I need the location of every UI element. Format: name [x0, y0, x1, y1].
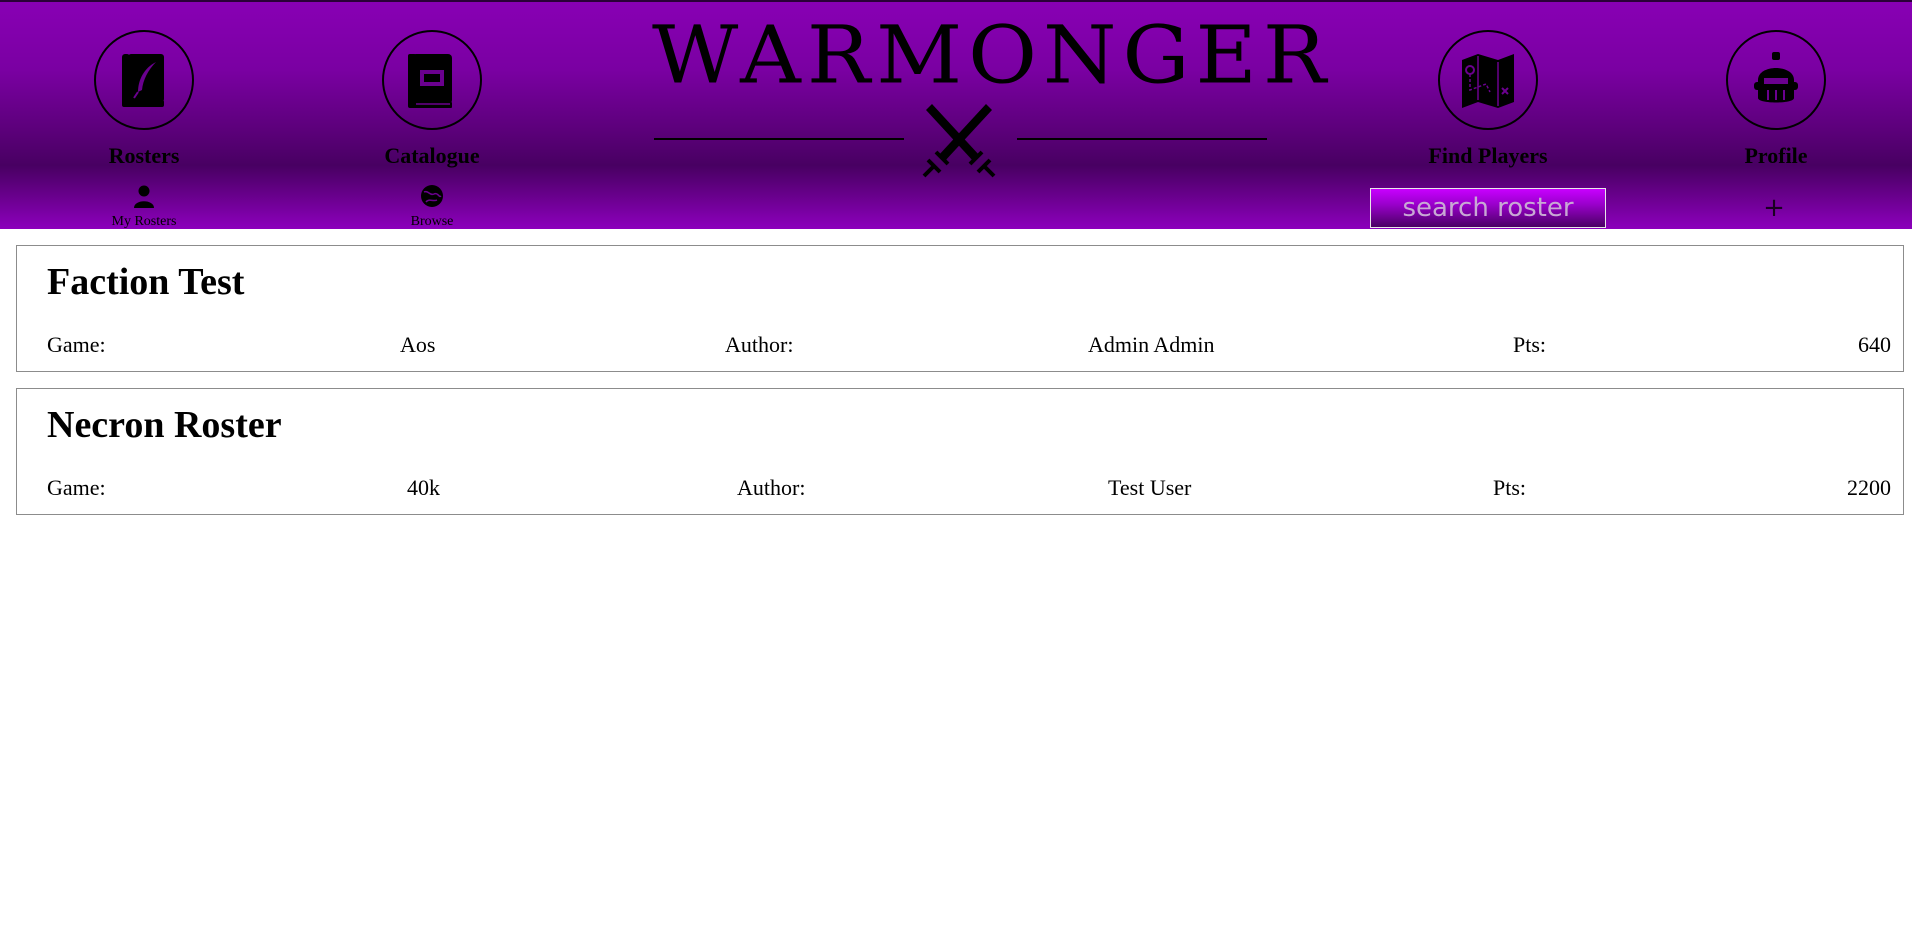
nav-catalogue-button[interactable] [382, 30, 482, 130]
pts-value: 2200 [1847, 475, 1891, 500]
my-rosters-label: My Rosters [111, 214, 177, 229]
search-roster-input[interactable] [1370, 188, 1606, 228]
browse-link[interactable]: Browse [332, 184, 532, 230]
roster-details: Game: 40k Author: Test User Pts: 2200 [47, 475, 1891, 503]
warmonger-logo[interactable]: WARMONGER [652, 2, 1333, 180]
nav-catalogue-label[interactable]: Catalogue [332, 143, 532, 169]
book-icon [408, 54, 452, 108]
game-value: Aos [400, 332, 436, 357]
pts-value: 640 [1858, 332, 1891, 357]
nav-catalogue: Catalogue Browse [332, 2, 532, 231]
roster-title: Faction Test [47, 261, 245, 303]
nav-find-players-button[interactable] [1438, 30, 1538, 130]
quill-scroll-icon [122, 54, 164, 107]
pts-label: Pts: [1493, 475, 1527, 500]
logo-divider-right [1017, 138, 1267, 140]
author-value: Admin Admin [1088, 332, 1215, 357]
nav-rosters-label[interactable]: Rosters [44, 143, 244, 169]
roster-details: Game: Aos Author: Admin Admin Pts: 640 [47, 332, 1891, 360]
author-label: Author: [737, 475, 806, 500]
top-nav-bar: Rosters My Rosters Catalogue Browse WARM… [0, 0, 1912, 229]
roster-card[interactable]: Necron Roster Game: 40k Author: Test Use… [16, 388, 1904, 515]
user-icon [134, 185, 154, 208]
add-roster-button[interactable]: + [1752, 188, 1796, 228]
globe-icon [421, 185, 443, 207]
game-label: Game: [47, 475, 106, 500]
map-icon [1462, 54, 1514, 108]
logo-divider-left [654, 138, 904, 140]
crossed-swords-icon [922, 104, 996, 178]
roster-title: Necron Roster [47, 404, 282, 446]
nav-profile-label[interactable]: Profile [1676, 143, 1876, 169]
nav-find-players-label[interactable]: Find Players [1388, 143, 1588, 169]
logo-text: WARMONGER [652, 8, 1333, 102]
author-label: Author: [725, 332, 794, 357]
my-rosters-link[interactable]: My Rosters [44, 184, 244, 230]
nav-rosters-button[interactable] [94, 30, 194, 130]
roster-card[interactable]: Faction Test Game: Aos Author: Admin Adm… [16, 245, 1904, 372]
nav-profile-button[interactable] [1726, 30, 1826, 130]
author-value: Test User [1108, 475, 1192, 500]
game-label: Game: [47, 332, 106, 357]
knight-helmet-icon [1754, 52, 1798, 103]
nav-rosters: Rosters My Rosters [44, 2, 244, 231]
browse-label: Browse [410, 214, 454, 229]
game-value: 40k [407, 475, 440, 500]
pts-label: Pts: [1513, 332, 1547, 357]
